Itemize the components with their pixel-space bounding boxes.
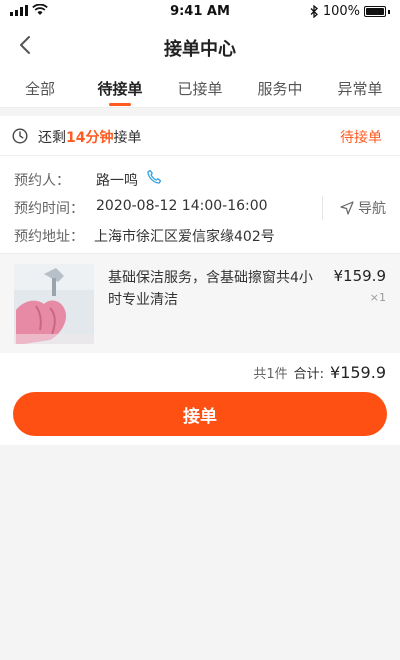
phone-icon[interactable]: [146, 169, 162, 185]
tab-abnormal[interactable]: 异常单: [320, 68, 400, 107]
booker-name: 路一鸣: [96, 173, 138, 189]
product-image: [14, 264, 94, 344]
accept-area: 接单: [0, 392, 400, 445]
order-summary: 共1件 合计: ¥159.9: [0, 353, 400, 393]
order-card: 还剩14分钟接单 待接单 预约人： 路一鸣 预约时间： 2020-08-12 1…: [0, 116, 400, 254]
countdown-prefix: 还剩: [38, 130, 66, 146]
status-badge: 待接单: [340, 130, 382, 146]
countdown-suffix: 接单: [113, 130, 142, 146]
divider: [322, 196, 323, 220]
time-label: 预约时间：: [14, 201, 84, 217]
countdown-value: 14分钟: [66, 130, 114, 146]
status-right: 100%: [310, 4, 390, 19]
order-info: 预约人： 路一鸣 预约时间： 2020-08-12 14:00-16:00 导航…: [0, 156, 400, 254]
countdown-text: 还剩14分钟接单: [38, 127, 141, 147]
accept-order-button[interactable]: 接单: [13, 392, 387, 436]
booker-label: 预约人：: [14, 173, 70, 189]
tab-in-service[interactable]: 服务中: [240, 68, 320, 107]
product-name: 基础保洁服务，含基础擦窗共4小时专业清洁: [108, 270, 313, 308]
page-title: 接单中心: [164, 39, 236, 60]
goods-item[interactable]: 基础保洁服务，含基础擦窗共4小时专业清洁 ¥159.9 ×1: [0, 255, 400, 353]
battery-percent: 100%: [322, 4, 360, 19]
tab-accepted[interactable]: 已接单: [160, 68, 240, 107]
clock-icon: [12, 128, 28, 144]
battery-cap: [388, 9, 390, 14]
battery-icon: [364, 6, 386, 17]
order-tabs: 全部 待接单 已接单 服务中 异常单: [0, 68, 400, 108]
total-value: ¥159.9: [330, 363, 386, 382]
navigate-label: 导航: [358, 201, 386, 217]
bluetooth-icon: [310, 5, 318, 18]
tab-all[interactable]: 全部: [0, 68, 80, 107]
address-label: 预约地址：: [14, 229, 84, 245]
item-count: 共1件: [253, 367, 288, 382]
navigate-arrow-icon: [340, 201, 354, 215]
summary-line: 共1件 合计: ¥159.9: [253, 363, 386, 382]
time-value: 2020-08-12 14:00-16:00: [96, 198, 268, 214]
status-bar: 9:41 AM 100%: [0, 0, 400, 24]
product-price: ¥159.9: [333, 267, 387, 285]
nav-bar: 接单中心: [0, 24, 400, 68]
tab-pending[interactable]: 待接单: [80, 68, 160, 107]
countdown-row: 还剩14分钟接单 待接单: [0, 116, 400, 156]
address-value: 上海市徐汇区爱信家缘402号: [94, 229, 275, 245]
product-quantity: ×1: [369, 291, 386, 304]
navigate-button[interactable]: 导航: [340, 198, 386, 218]
total-label: 合计:: [293, 367, 325, 382]
